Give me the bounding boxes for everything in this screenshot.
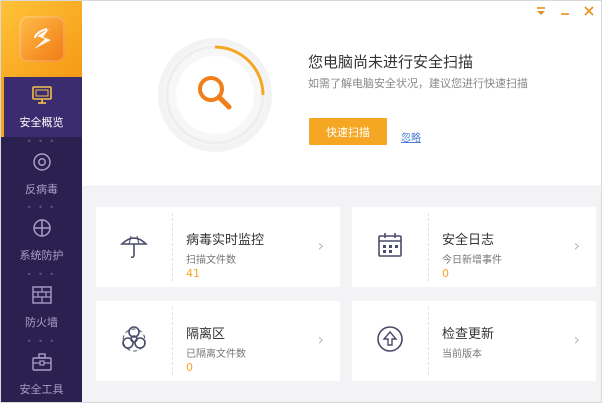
shield-scan-icon [32,152,52,172]
sidebar-item-antivirus[interactable]: 反病毒 [1,144,82,204]
calendar-icon [375,230,405,264]
sidebar-item-security-overview[interactable]: 安全概览 [1,77,82,137]
card-subtitle: 扫描文件数 [186,255,236,266]
sidebar-item-system-protection[interactable]: 系统防护 [1,210,82,270]
app-window: 安全概览 • • • 反病毒 • • • 系统防护 • • • 防火墙 • • … [0,0,602,403]
card-value: 41 [186,267,200,280]
toolbox-icon [31,352,53,372]
scan-status-ring [164,44,266,146]
card-value: 0 [442,267,449,280]
sidebar: 安全概览 • • • 反病毒 • • • 系统防护 • • • 防火墙 • • … [1,1,82,402]
app-logo [1,1,82,77]
card-quarantine[interactable]: 隔离区 已隔离文件数 0 › [96,301,340,381]
card-value: 0 [186,361,193,374]
card-security-log[interactable]: 安全日志 今日新增事件 0 › [352,207,596,287]
biohazard-icon [119,324,149,358]
chevron-right-icon: › [573,330,580,349]
card-subtitle: 今日新增事件 [442,255,502,266]
card-title: 检查更新 [442,327,495,342]
ignore-link[interactable]: 忽略 [401,129,421,144]
sidebar-item-security-tools[interactable]: 安全工具 [1,344,82,402]
card-title: 隔离区 [186,327,226,342]
sidebar-item-label: 安全概览 [19,115,64,129]
sidebar-item-label: 安全工具 [19,382,64,396]
minimize-icon[interactable] [559,5,571,21]
scan-status-title: 您电脑尚未进行安全扫描 [308,53,474,71]
chevron-right-icon: › [317,330,324,349]
monitor-icon [31,85,53,105]
sidebar-item-label: 系统防护 [19,248,64,262]
card-realtime-monitor[interactable]: 病毒实时监控 扫描文件数 41 › [96,207,340,287]
card-title: 安全日志 [442,233,495,248]
logo-mark [18,16,65,62]
sidebar-item-label: 防火墙 [25,315,58,329]
window-controls [535,5,595,21]
card-check-update[interactable]: 检查更新 当前版本 › [352,301,596,381]
sidebar-item-label: 反病毒 [25,182,58,196]
shield-cross-icon [32,218,52,238]
card-title: 病毒实时监控 [186,233,265,248]
quick-scan-button[interactable]: 快速扫描 [309,118,387,145]
update-icon [375,324,405,358]
firewall-icon [31,285,53,305]
chevron-right-icon: › [573,236,580,255]
scan-status-panel: 您电脑尚未进行安全扫描 如需了解电脑安全状况，建议您进行快速扫描 快速扫描 忽略 [82,1,601,187]
sidebar-item-firewall[interactable]: 防火墙 [1,277,82,337]
scan-status-subtitle: 如需了解电脑安全状况，建议您进行快速扫描 [308,77,528,90]
main-content: 您电脑尚未进行安全扫描 如需了解电脑安全状况，建议您进行快速扫描 快速扫描 忽略… [82,1,601,402]
close-icon[interactable] [583,5,595,21]
menu-icon[interactable] [535,5,547,21]
card-subtitle: 当前版本 [442,349,482,360]
umbrella-icon [119,230,149,264]
chevron-right-icon: › [317,236,324,255]
card-subtitle: 已隔离文件数 [186,349,246,360]
